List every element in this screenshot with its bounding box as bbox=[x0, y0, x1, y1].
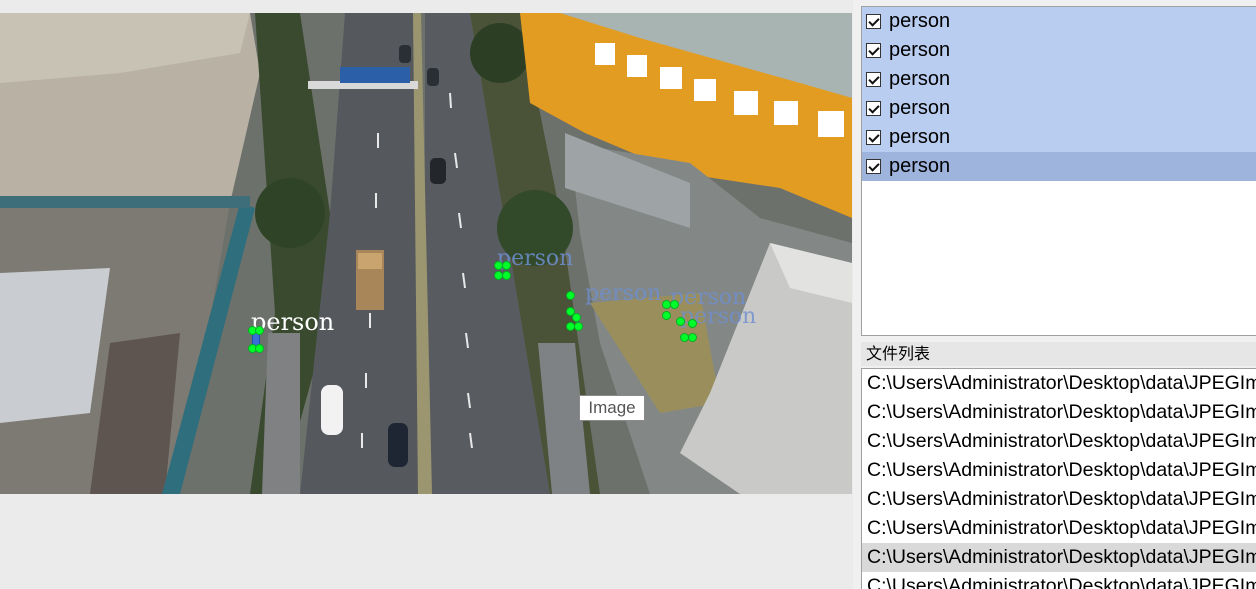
bbox-vertex[interactable] bbox=[670, 300, 679, 309]
bbox-vertex[interactable] bbox=[574, 322, 583, 331]
label-list[interactable]: person person person person person perso… bbox=[861, 6, 1256, 336]
file-list-item[interactable]: C:\Users\Administrator\Desktop\data\JPEG… bbox=[862, 543, 1256, 572]
checkbox[interactable] bbox=[866, 159, 881, 174]
bbox-vertex[interactable] bbox=[662, 311, 671, 320]
labelimg-window: person person person person person Image… bbox=[0, 0, 1256, 589]
file-list-item[interactable]: C:\Users\Administrator\Desktop\data\JPEG… bbox=[862, 369, 1256, 398]
bbox-vertex[interactable] bbox=[502, 261, 511, 270]
label-list-item[interactable]: person bbox=[862, 123, 1256, 152]
checkbox[interactable] bbox=[866, 101, 881, 116]
file-list[interactable]: C:\Users\Administrator\Desktop\data\JPEG… bbox=[861, 368, 1256, 589]
file-list-item[interactable]: C:\Users\Administrator\Desktop\data\JPEG… bbox=[862, 485, 1256, 514]
aerial-photo[interactable]: person person person person person bbox=[0, 13, 852, 494]
file-list-item[interactable]: C:\Users\Administrator\Desktop\data\JPEG… bbox=[862, 398, 1256, 427]
file-list-item[interactable]: C:\Users\Administrator\Desktop\data\JPEG… bbox=[862, 456, 1256, 485]
file-list-item[interactable]: C:\Users\Administrator\Desktop\data\JPEG… bbox=[862, 572, 1256, 589]
label-text: person bbox=[889, 126, 951, 148]
bbox-vertex[interactable] bbox=[502, 271, 511, 280]
file-list-item[interactable]: C:\Users\Administrator\Desktop\data\JPEG… bbox=[862, 514, 1256, 543]
label-list-item[interactable]: person bbox=[862, 152, 1256, 181]
label-text: person bbox=[889, 39, 951, 61]
bbox-vertex[interactable] bbox=[572, 313, 581, 322]
label-text: person bbox=[889, 10, 951, 32]
bbox-vertex[interactable] bbox=[255, 326, 264, 335]
label-text: person bbox=[889, 68, 951, 90]
file-list-item[interactable]: C:\Users\Administrator\Desktop\data\JPEG… bbox=[862, 427, 1256, 456]
label-list-item[interactable]: person bbox=[862, 7, 1256, 36]
file-list-dock: 文件列表 C:\Users\Administrator\Desktop\data… bbox=[861, 342, 1256, 589]
label-text: person bbox=[889, 155, 951, 177]
bbox-vertex[interactable] bbox=[566, 291, 575, 300]
label-text: person bbox=[889, 97, 951, 119]
canvas-area[interactable]: person person person person person Image bbox=[0, 0, 853, 589]
checkbox[interactable] bbox=[866, 130, 881, 145]
checkbox[interactable] bbox=[866, 43, 881, 58]
bbox-vertex[interactable] bbox=[688, 319, 697, 328]
bbox-vertex[interactable] bbox=[688, 333, 697, 342]
panel-splitter[interactable] bbox=[853, 0, 861, 589]
checkbox[interactable] bbox=[866, 72, 881, 87]
file-list-title: 文件列表 bbox=[861, 342, 1256, 366]
label-list-item[interactable]: person bbox=[862, 36, 1256, 65]
tooltip: Image bbox=[579, 395, 645, 421]
label-list-item[interactable]: person bbox=[862, 65, 1256, 94]
aerial-scene bbox=[0, 13, 852, 494]
bbox-vertex[interactable] bbox=[676, 317, 685, 326]
label-list-item[interactable]: person bbox=[862, 94, 1256, 123]
checkbox[interactable] bbox=[866, 14, 881, 29]
bbox-label: person bbox=[585, 281, 662, 306]
bbox-vertex[interactable] bbox=[255, 344, 264, 353]
